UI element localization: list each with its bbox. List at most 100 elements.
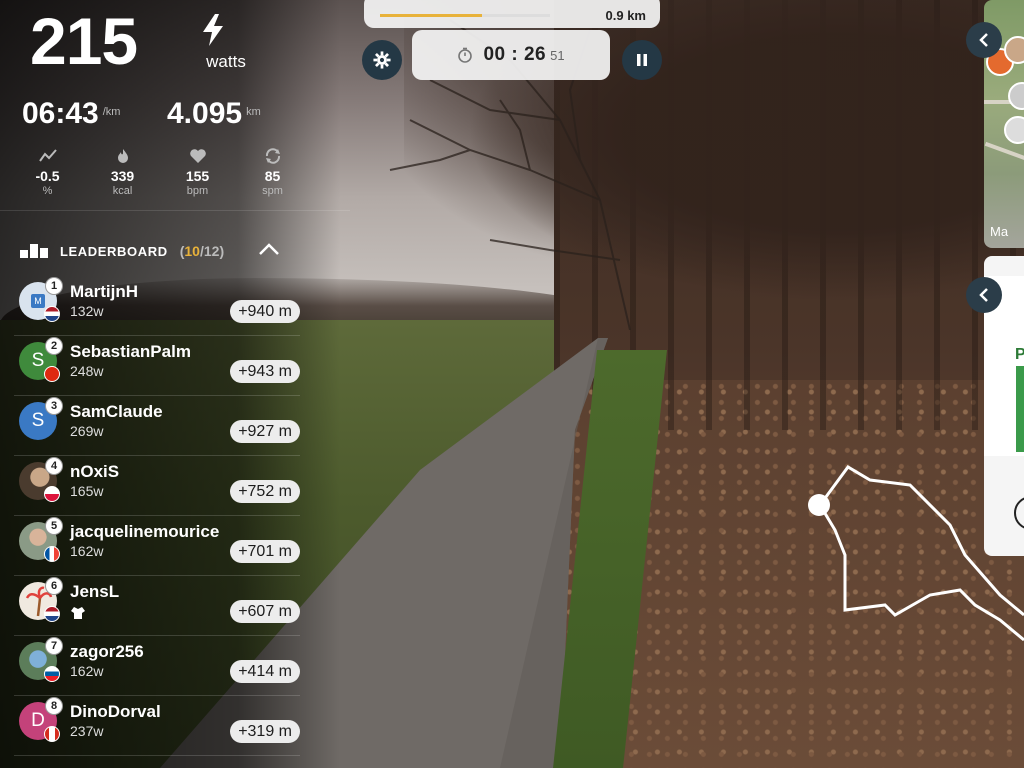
stat-value: 85 — [264, 168, 281, 184]
rider-name: JensL — [70, 582, 120, 601]
leaderboard-row[interactable]: S 2 SebastianPalm 248w +943 m — [14, 336, 300, 396]
leaderboard-row[interactable]: M 1 MartijnH 132w +940 m — [14, 276, 300, 336]
chevron-left-icon — [979, 33, 988, 47]
gear-icon — [373, 51, 391, 69]
stat-unit: spm — [262, 185, 283, 197]
settings-button[interactable] — [362, 40, 402, 80]
stat-gradient: -0.5 % — [10, 148, 85, 198]
gradient-icon — [38, 149, 57, 162]
route-progress-bar — [380, 14, 550, 17]
map-rider-avatar — [1004, 36, 1024, 64]
stat-unit: % — [42, 185, 53, 197]
gap-badge: +701 m — [230, 540, 300, 563]
rank-badge: 5 — [45, 517, 63, 535]
stat-value: 339 — [110, 168, 135, 184]
map-road — [984, 141, 1024, 163]
gap-badge: +927 m — [230, 420, 300, 443]
leaderboard-row[interactable]: 7 zagor256 162w +414 m — [14, 636, 300, 696]
map-rider-avatar — [1008, 82, 1024, 110]
stat-value: 155 — [185, 168, 210, 184]
timer-main: 00 : 26 — [483, 44, 547, 65]
map-rider-avatar — [1004, 116, 1024, 144]
distance-value: 4.095 — [167, 97, 243, 130]
pause-button[interactable] — [622, 40, 662, 80]
cadence-icon — [265, 148, 280, 164]
route-progress-label: 0.9 km — [605, 8, 646, 23]
divider — [0, 210, 350, 211]
rank-badge: 2 — [45, 337, 63, 355]
power-value: 215 — [30, 4, 138, 78]
rider-watts: 248w — [70, 363, 104, 379]
leaderboard-row[interactable]: D 8 DinoDorval 237w +319 m — [14, 696, 300, 756]
elapsed-timer: 00 : 26 51 — [412, 30, 610, 80]
leaderboard-list: M 1 MartijnH 132w +940 m S 2 SebastianPa… — [14, 276, 300, 756]
distance-unit: km — [246, 106, 261, 118]
rider-watts: 132w — [70, 303, 104, 319]
pace-value: 06:43 — [22, 97, 99, 130]
power-metric: 215 — [30, 4, 138, 78]
panel-letter: P — [1015, 346, 1024, 363]
leaderboard-row[interactable]: S 3 SamClaude 269w +927 m — [14, 396, 300, 456]
leaderboard-position: (10/12) — [179, 243, 225, 259]
chevron-left-icon — [979, 288, 988, 302]
flag-pl-icon — [44, 486, 60, 502]
power-unit-group: watts — [196, 14, 256, 72]
rider-watts: 162w — [70, 543, 104, 559]
flame-icon — [117, 149, 128, 163]
jersey-icon — [71, 607, 85, 619]
gap-badge: +943 m — [230, 360, 300, 383]
stat-heart-rate: 155 bpm — [160, 148, 235, 198]
flag-cn-icon — [44, 366, 60, 382]
stopwatch-icon — [458, 47, 473, 63]
rank-badge: 3 — [45, 397, 63, 415]
pace-metric: 06:43 /km — [22, 96, 120, 132]
leaderboard-row[interactable]: 5 jacquelinemourice 162w +701 m — [14, 516, 300, 576]
stats-row: -0.5 % 339 kcal 155 bpm 85 spm — [10, 148, 310, 198]
route-progress-card: 0.9 km — [364, 0, 660, 28]
rider-watts: 162w — [70, 663, 104, 679]
leaderboard-header[interactable]: LEADERBOARD (10/12) — [20, 240, 224, 262]
gap-badge: +940 m — [230, 300, 300, 323]
avatar-initial: D — [31, 710, 45, 731]
rank-badge: 7 — [45, 637, 63, 655]
pause-icon — [637, 54, 647, 66]
leaderboard-icon — [20, 244, 48, 258]
leaderboard-title: LEADERBOARD — [60, 243, 168, 259]
rank-badge: 4 — [45, 457, 63, 475]
stat-calories: 339 kcal — [85, 148, 160, 198]
total-riders: /12 — [199, 243, 220, 259]
gap-badge: +607 m — [230, 600, 300, 623]
rank-badge: 6 — [45, 577, 63, 595]
gap-badge: +752 m — [230, 480, 300, 503]
rider-watts: 269w — [70, 423, 104, 439]
stat-unit: bpm — [186, 185, 209, 197]
chevron-up-icon[interactable] — [258, 241, 280, 257]
heart-icon — [189, 149, 206, 163]
rider-name: SebastianPalm — [70, 342, 191, 361]
gap-badge: +319 m — [230, 720, 300, 743]
distance-metric: 4.095 km — [167, 96, 261, 132]
flag-si-icon — [44, 666, 60, 682]
flag-ca-icon — [44, 726, 60, 742]
rider-watts: 237w — [70, 723, 104, 739]
rider-name: DinoDorval — [70, 702, 161, 721]
elevation-bar — [1016, 366, 1024, 452]
collapse-map-button[interactable] — [966, 22, 1002, 58]
rider-name: jacquelinemourice — [70, 522, 220, 541]
collapse-panel-button[interactable] — [966, 277, 1002, 313]
rider-name: SamClaude — [70, 402, 163, 421]
flag-fr-icon — [44, 546, 60, 562]
pace-unit: /km — [102, 106, 121, 118]
gap-badge: +414 m — [230, 660, 300, 683]
rider-name: MartijnH — [70, 282, 138, 301]
map-attribution: Ma — [990, 224, 1009, 239]
rank-badge: 1 — [45, 277, 63, 295]
stat-cadence: 85 spm — [235, 148, 310, 198]
leaderboard-row[interactable]: 4 nOxiS 165w +752 m — [14, 456, 300, 516]
flag-nl-icon — [44, 306, 60, 322]
avatar-initial: M — [31, 294, 45, 308]
timer-seconds: 51 — [550, 47, 565, 63]
rider-name: nOxiS — [70, 462, 120, 481]
leaderboard-row[interactable]: 6 JensL +607 m — [14, 576, 300, 636]
rider-watts: 165w — [70, 483, 104, 499]
